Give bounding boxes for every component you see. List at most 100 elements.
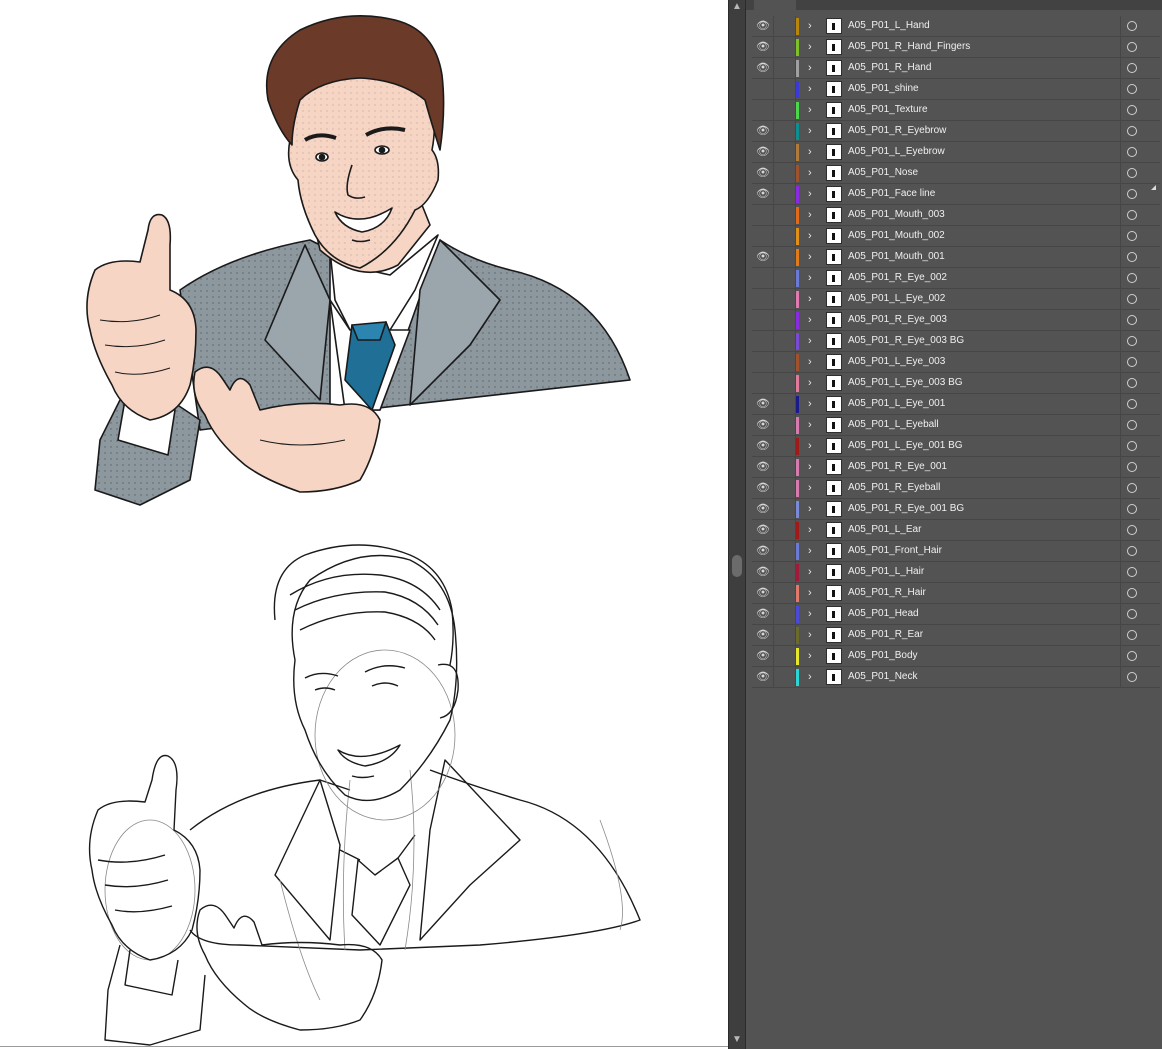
chevron-right-icon[interactable]: › <box>808 670 818 684</box>
layer-name[interactable]: A05_P01_R_Eyebrow <box>848 125 946 137</box>
layer-row[interactable]: › A05_P01_R_Eye_003 BG <box>752 331 1160 352</box>
layer-name[interactable]: A05_P01_shine <box>848 83 919 95</box>
lock-toggle[interactable] <box>774 625 796 645</box>
layer-name[interactable]: A05_P01_R_Eye_001 BG <box>848 503 964 515</box>
layer-row[interactable]: › A05_P01_R_Eye_003 <box>752 310 1160 331</box>
layer-name[interactable]: A05_P01_L_Ear <box>848 524 921 536</box>
layer-row[interactable]: 👁 › A05_P01_R_Eye_001 <box>752 457 1160 478</box>
visibility-toggle[interactable] <box>752 79 774 99</box>
chevron-right-icon[interactable]: › <box>808 481 818 495</box>
layer-row[interactable]: 👁 › A05_P01_R_Eyebrow <box>752 121 1160 142</box>
target-circle-icon[interactable] <box>1127 42 1137 52</box>
layer-row[interactable]: › A05_P01_R_Eye_002 <box>752 268 1160 289</box>
layer-row[interactable]: 👁 › A05_P01_L_Eye_001 BG <box>752 436 1160 457</box>
lock-toggle[interactable] <box>774 373 796 393</box>
lock-toggle[interactable] <box>774 79 796 99</box>
layer-row[interactable]: › A05_P01_Mouth_003 <box>752 205 1160 226</box>
visibility-toggle[interactable] <box>752 205 774 225</box>
layer-name[interactable]: A05_P01_Head <box>848 608 919 620</box>
scrollbar-thumb[interactable] <box>732 555 742 577</box>
target-circle-icon[interactable] <box>1127 588 1137 598</box>
target-circle-icon[interactable] <box>1127 441 1137 451</box>
layer-name[interactable]: A05_P01_Neck <box>848 671 918 683</box>
chevron-right-icon[interactable]: › <box>808 292 818 306</box>
target-circle-icon[interactable] <box>1127 231 1137 241</box>
layer-row[interactable]: › A05_P01_L_Eye_002 <box>752 289 1160 310</box>
chevron-right-icon[interactable]: › <box>808 586 818 600</box>
layer-name[interactable]: A05_P01_L_Eye_001 <box>848 398 945 410</box>
chevron-right-icon[interactable]: › <box>808 523 818 537</box>
lock-toggle[interactable] <box>774 394 796 414</box>
layer-name[interactable]: A05_P01_R_Eye_001 <box>848 461 947 473</box>
layer-name[interactable]: A05_P01_R_Hand_Fingers <box>848 41 970 53</box>
chevron-right-icon[interactable]: › <box>808 250 818 264</box>
layers-tab[interactable] <box>754 0 796 10</box>
chevron-right-icon[interactable]: › <box>808 229 818 243</box>
layer-row[interactable]: 👁 › A05_P01_R_Eye_001 BG <box>752 499 1160 520</box>
chevron-right-icon[interactable]: › <box>808 607 818 621</box>
target-circle-icon[interactable] <box>1127 609 1137 619</box>
target-circle-icon[interactable] <box>1127 273 1137 283</box>
layer-name[interactable]: A05_P01_Face line <box>848 188 935 200</box>
layer-row[interactable]: › A05_P01_L_Eye_003 <box>752 352 1160 373</box>
layer-name[interactable]: A05_P01_L_Hair <box>848 566 924 578</box>
layer-name[interactable]: A05_P01_R_Eyeball <box>848 482 940 494</box>
chevron-right-icon[interactable]: › <box>808 544 818 558</box>
layer-row[interactable]: 👁 › A05_P01_R_Hand <box>752 58 1160 79</box>
chevron-right-icon[interactable]: › <box>808 649 818 663</box>
target-circle-icon[interactable] <box>1127 357 1137 367</box>
visibility-toggle[interactable]: 👁 <box>752 394 774 414</box>
target-circle-icon[interactable] <box>1127 525 1137 535</box>
visibility-toggle[interactable]: 👁 <box>752 562 774 582</box>
lock-toggle[interactable] <box>774 562 796 582</box>
layer-name[interactable]: A05_P01_Front_Hair <box>848 545 942 557</box>
layer-name[interactable]: A05_P01_L_Hand <box>848 20 930 32</box>
layer-row[interactable]: 👁 › A05_P01_Front_Hair <box>752 541 1160 562</box>
chevron-right-icon[interactable]: › <box>808 355 818 369</box>
layer-row[interactable]: 👁 › A05_P01_R_Hair <box>752 583 1160 604</box>
layer-name[interactable]: A05_P01_Nose <box>848 167 918 179</box>
chevron-right-icon[interactable]: › <box>808 187 818 201</box>
layer-name[interactable]: A05_P01_L_Eye_001 BG <box>848 440 963 452</box>
target-circle-icon[interactable] <box>1127 84 1137 94</box>
chevron-right-icon[interactable]: › <box>808 334 818 348</box>
visibility-toggle[interactable]: 👁 <box>752 667 774 687</box>
layer-name[interactable]: A05_P01_R_Eye_003 <box>848 314 947 326</box>
lock-toggle[interactable] <box>774 205 796 225</box>
layer-name[interactable]: A05_P01_Mouth_001 <box>848 251 945 263</box>
chevron-right-icon[interactable]: › <box>808 376 818 390</box>
chevron-right-icon[interactable]: › <box>808 103 818 117</box>
lock-toggle[interactable] <box>774 436 796 456</box>
visibility-toggle[interactable]: 👁 <box>752 184 774 204</box>
target-circle-icon[interactable] <box>1127 420 1137 430</box>
target-circle-icon[interactable] <box>1127 504 1137 514</box>
visibility-toggle[interactable] <box>752 100 774 120</box>
chevron-right-icon[interactable]: › <box>808 61 818 75</box>
visibility-toggle[interactable] <box>752 331 774 351</box>
lock-toggle[interactable] <box>774 352 796 372</box>
layer-name[interactable]: A05_P01_R_Ear <box>848 629 923 641</box>
chevron-right-icon[interactable]: › <box>808 271 818 285</box>
visibility-toggle[interactable] <box>752 352 774 372</box>
layer-row[interactable]: 👁 › A05_P01_L_Hand <box>752 16 1160 37</box>
visibility-toggle[interactable]: 👁 <box>752 16 774 36</box>
lock-toggle[interactable] <box>774 646 796 666</box>
visibility-toggle[interactable]: 👁 <box>752 583 774 603</box>
visibility-toggle[interactable]: 👁 <box>752 520 774 540</box>
layer-row[interactable]: 👁 › A05_P01_R_Eyeball <box>752 478 1160 499</box>
chevron-right-icon[interactable]: › <box>808 397 818 411</box>
visibility-toggle[interactable] <box>752 310 774 330</box>
chevron-right-icon[interactable]: › <box>808 145 818 159</box>
visibility-toggle[interactable]: 👁 <box>752 247 774 267</box>
chevron-right-icon[interactable]: › <box>808 418 818 432</box>
visibility-toggle[interactable] <box>752 268 774 288</box>
lock-toggle[interactable] <box>774 667 796 687</box>
layer-row[interactable]: › A05_P01_Mouth_002 <box>752 226 1160 247</box>
layer-name[interactable]: A05_P01_Mouth_002 <box>848 230 945 242</box>
chevron-right-icon[interactable]: › <box>808 439 818 453</box>
lock-toggle[interactable] <box>774 268 796 288</box>
lock-toggle[interactable] <box>774 331 796 351</box>
lock-toggle[interactable] <box>774 583 796 603</box>
target-circle-icon[interactable] <box>1127 105 1137 115</box>
lock-toggle[interactable] <box>774 541 796 561</box>
